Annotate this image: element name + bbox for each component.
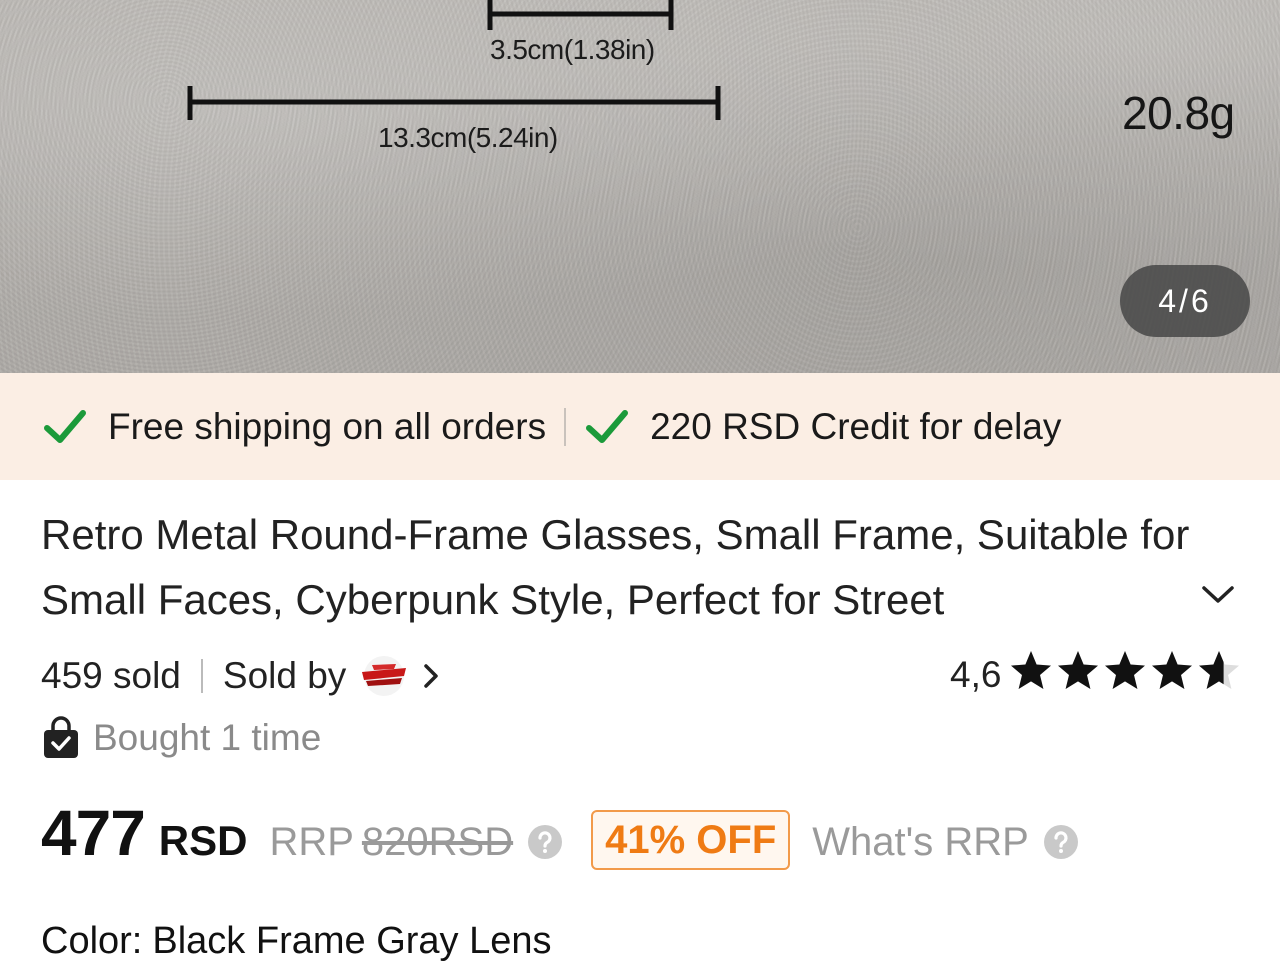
color-value: Black Frame Gray Lens <box>152 920 552 962</box>
frame-width-label: 13.3cm(5.24in) <box>378 122 558 153</box>
star-icon <box>1058 650 1099 689</box>
weight-label: 20.8g <box>1122 87 1235 139</box>
image-page-counter: 4/6 <box>1120 265 1250 337</box>
star-icon <box>1011 650 1052 689</box>
rrp-value: 820RSD <box>361 820 514 864</box>
title-fade-overlay <box>960 567 1120 632</box>
rating-stars <box>1007 648 1242 703</box>
help-circle-icon[interactable] <box>527 824 563 860</box>
check-icon <box>586 409 629 443</box>
meta-divider <box>200 659 203 693</box>
check-icon <box>44 409 86 443</box>
seller-logo-icon[interactable] <box>356 654 412 698</box>
star-icon <box>1199 650 1240 689</box>
price-currency: RSD <box>158 817 248 864</box>
banner-divider <box>564 407 567 446</box>
star-icon <box>1152 650 1193 689</box>
discount-badge: 41% OFF <box>591 810 791 870</box>
shipping-banner[interactable]: Free shipping on all orders 220 RSD Cred… <box>0 373 1280 480</box>
help-circle-icon[interactable] <box>1043 824 1079 860</box>
shopping-bag-icon <box>44 716 78 758</box>
whats-rrp-link[interactable]: What's RRP <box>812 820 1029 865</box>
purchase-history-row: Bought 1 time <box>41 712 321 764</box>
price-amount: 477 <box>41 797 146 869</box>
star-icon <box>1105 650 1146 689</box>
price-row: 477 RSD RRP 820RSD 41% OFF What's RRP <box>41 796 1079 876</box>
sales-seller-row: 459 sold Sold by <box>41 648 444 704</box>
rrp-label: RRP <box>269 820 354 864</box>
chevron-right-icon[interactable] <box>418 658 444 694</box>
sold-by-label: Sold by <box>222 655 347 696</box>
free-shipping-text: Free shipping on all orders <box>108 405 547 447</box>
chevron-down-icon[interactable] <box>1196 576 1240 612</box>
color-variant-row[interactable]: Color: Black Frame Gray Lens <box>41 920 552 963</box>
lens-dimension-label: 3.5cm(1.38in) <box>490 34 655 65</box>
delay-credit-text: 220 RSD Credit for delay <box>650 405 1062 447</box>
free-shipping-item: Free shipping on all orders <box>42 404 546 450</box>
color-label: Color: <box>41 920 143 962</box>
bought-text: Bought 1 time <box>93 717 322 758</box>
delay-credit-item: 220 RSD Credit for delay <box>584 404 1061 450</box>
sold-count: 459 sold <box>41 655 181 696</box>
product-image-gallery[interactable]: 3.5cm(1.38in) 13.3cm(5.24in) 20.8g 4/6 <box>0 0 1280 373</box>
product-rating[interactable]: 4,6 <box>950 650 1242 700</box>
rating-value: 4,6 <box>950 654 1002 695</box>
